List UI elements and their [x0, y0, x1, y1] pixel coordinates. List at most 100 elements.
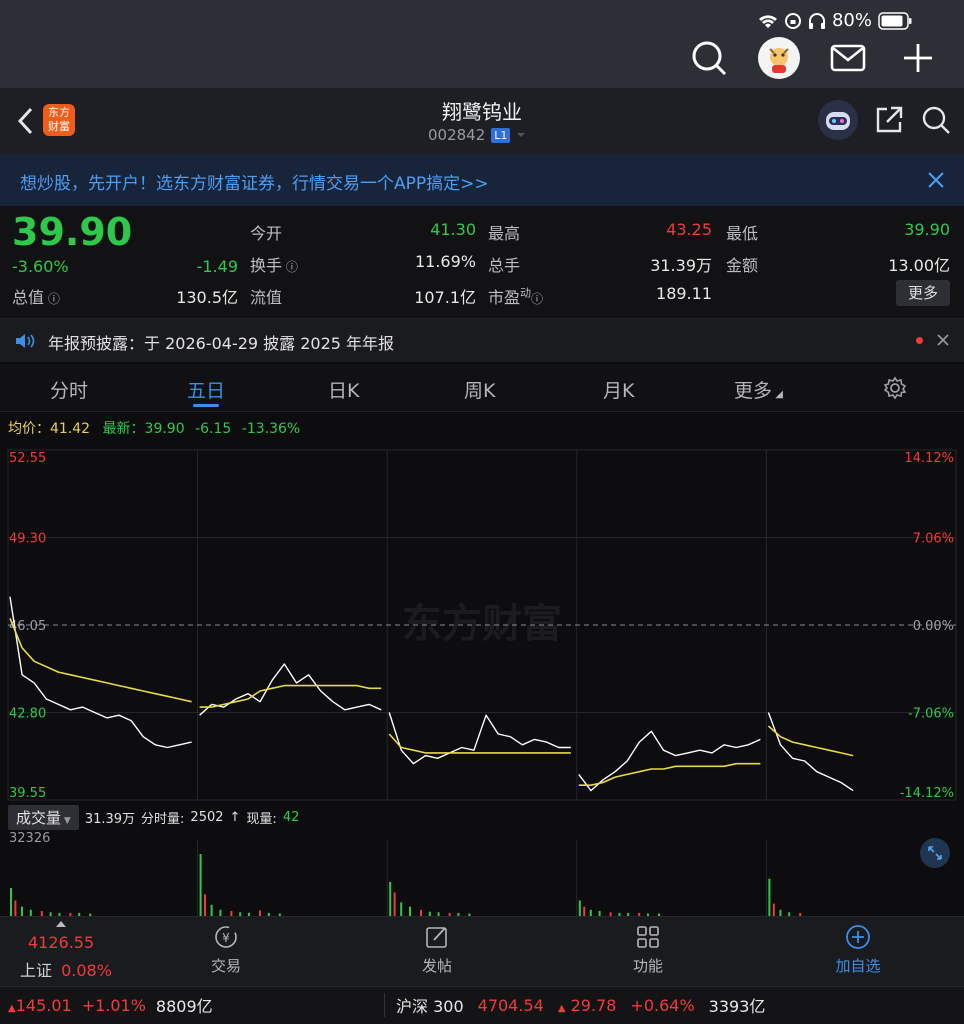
tab-daily-k[interactable]: 日K: [328, 376, 359, 403]
unread-dot: [916, 337, 923, 344]
promo-text[interactable]: 想炒股，先开户！选东方财富证券，行情交易一个APP搞定>>: [20, 169, 489, 194]
ticker-change-value: 29.78: [570, 995, 617, 1015]
speaker-icon: [16, 334, 35, 348]
ticker-left: ▲145.01 +1.01% 8809亿: [8, 993, 213, 1017]
y-right-tick: -14.12%: [900, 786, 954, 801]
avg-value: 41.42: [50, 421, 91, 437]
search-icon[interactable]: [689, 38, 729, 78]
volume-value: 31.39万: [650, 256, 712, 275]
chart-legend: 均价：41.42 最新：39.90 -6.15 -13.36%: [8, 418, 300, 438]
price-chart-svg[interactable]: 东方财富 52.55 14.12%49.30 7.06%46.05 0.00%42.8…: [0, 442, 964, 916]
average-price-line: [199, 684, 382, 708]
status-indicators: 80%: [758, 10, 912, 31]
watermark: 东方财富: [402, 601, 562, 647]
trade-icon: ¥: [215, 926, 237, 948]
nav-functions[interactable]: 功能: [608, 923, 688, 976]
add-icon[interactable]: [898, 38, 938, 78]
open-label: 今开: [250, 224, 283, 243]
brand-logo[interactable]: 东方 财富: [43, 104, 75, 136]
status-bar: 80%: [0, 0, 964, 88]
amount-label: 金额: [726, 256, 759, 275]
float-label: 流值: [250, 288, 283, 307]
nav-post-label: 发帖: [421, 957, 452, 975]
low-value: 39.90: [904, 220, 950, 239]
avatar[interactable]: [758, 37, 800, 79]
notice-bar[interactable]: 年报预披露：于 2026-04-29 披露 2025 年年报: [0, 318, 964, 362]
expand-button[interactable]: [920, 838, 950, 868]
volume-bar: [14, 900, 17, 916]
volume-bar: [409, 906, 411, 916]
bottom-nav: 4126.55 上证 0.08% ¥ 交易 发帖 功能 加自选: [0, 916, 964, 986]
volume-bar: [210, 904, 213, 916]
nav-add-watchlist-label: 加自选: [835, 957, 881, 975]
current-volume-label: 现量:: [246, 812, 277, 827]
notice-text[interactable]: 年报预披露：于 2026-04-29 披露 2025 年年报: [48, 330, 394, 354]
nav-post[interactable]: 发帖: [397, 923, 477, 976]
turnover-value: 11.69%: [414, 252, 476, 271]
nav-trade[interactable]: ¥ 交易: [186, 923, 266, 976]
index-percent: 0.08%: [61, 961, 112, 980]
five-day-chart[interactable]: 均价：41.42 最新：39.90 -6.15 -13.36% 东方财富 52.…: [0, 412, 964, 916]
stock-code-row[interactable]: 002842 L1: [428, 126, 526, 144]
y-right-tick: 0.00%: [913, 619, 954, 634]
up-arrow-icon: ↑: [229, 810, 241, 825]
pe-info-icon[interactable]: ⓘ: [531, 292, 543, 306]
nav-add-watchlist[interactable]: 加自选: [818, 923, 898, 976]
index-row[interactable]: 上证 0.08%: [20, 957, 112, 981]
tab-intraday[interactable]: 分时: [50, 376, 88, 403]
ticker-value: 4704.54: [477, 995, 544, 1015]
ticker-change: ▲ 29.78: [558, 996, 617, 1015]
settings-icon[interactable]: [883, 376, 907, 400]
average-price-line: [767, 725, 854, 757]
pe-label: 市盈动ⓘ: [488, 286, 544, 307]
robot-assistant-icon[interactable]: [818, 100, 858, 140]
volume-bar: [583, 906, 586, 916]
ticker-left-amount: 8809亿: [155, 997, 213, 1016]
back-icon[interactable]: [16, 106, 36, 136]
volume-bar: [21, 906, 23, 916]
header-search-icon[interactable]: [920, 104, 952, 136]
close-icon[interactable]: [926, 170, 946, 190]
brand-logo-text-top: 东方: [48, 106, 70, 119]
volume-bar: [772, 903, 775, 916]
volume-selector[interactable]: 成交量 ▼: [8, 805, 79, 830]
y-right-tick: -7.06%: [908, 707, 954, 722]
total-value: 130.5亿: [176, 288, 238, 307]
info-icon[interactable]: ⓘ: [44, 292, 60, 306]
level-badge: L1: [491, 127, 511, 143]
turnover-info-icon[interactable]: ⓘ: [282, 260, 298, 274]
notice-close-icon[interactable]: [936, 333, 950, 347]
battery-percent: 80%: [831, 10, 872, 31]
ticker-hs300: 沪深 300 4704.54 ▲ 29.78 +0.64% 3393亿: [396, 993, 765, 1017]
quote-panel: 39.90 -3.60% -1.49 总值 ⓘ 130.5亿 今开 41.30 …: [0, 206, 964, 318]
tab-five-day[interactable]: 五日: [187, 376, 225, 403]
tab-weekly-k[interactable]: 周K: [464, 376, 495, 403]
mail-icon[interactable]: [828, 38, 868, 78]
promo-banner[interactable]: 想炒股，先开户！选东方财富证券，行情交易一个APP搞定>>: [0, 154, 964, 206]
average-price-line: [388, 733, 571, 754]
volume-bar: [578, 900, 581, 916]
y-left-tick: 52.55: [9, 451, 46, 466]
tab-monthly-k[interactable]: 月K: [603, 376, 634, 403]
volume-total: 31.39万: [84, 812, 136, 827]
expand-icon: [928, 846, 942, 860]
volume-bar: [10, 888, 12, 916]
index-value[interactable]: 4126.55: [28, 933, 94, 952]
battery-icon: [878, 11, 912, 30]
change-percent: -3.60%: [12, 257, 69, 276]
float-value: 107.1亿: [414, 288, 476, 307]
more-button[interactable]: 更多: [896, 280, 950, 306]
share-icon[interactable]: [873, 104, 905, 136]
latest-value: 39.90: [144, 421, 185, 437]
amount-value: 13.00亿: [888, 256, 950, 275]
open-value: 41.30: [430, 220, 476, 239]
index-ticker[interactable]: ▲145.01 +1.01% 8809亿 沪深 300 4704.54 ▲ 29…: [0, 986, 964, 1024]
ticker-amount: 3393亿: [708, 997, 766, 1016]
expand-up-icon[interactable]: [55, 920, 67, 928]
tab-more[interactable]: 更多 ◢: [734, 376, 783, 403]
index-name: 上证: [20, 961, 53, 980]
caret-down-icon: [517, 133, 526, 137]
volume-bar: [389, 881, 392, 916]
price-line: [199, 663, 382, 716]
stock-name: 翔鹭钨业: [442, 100, 522, 124]
